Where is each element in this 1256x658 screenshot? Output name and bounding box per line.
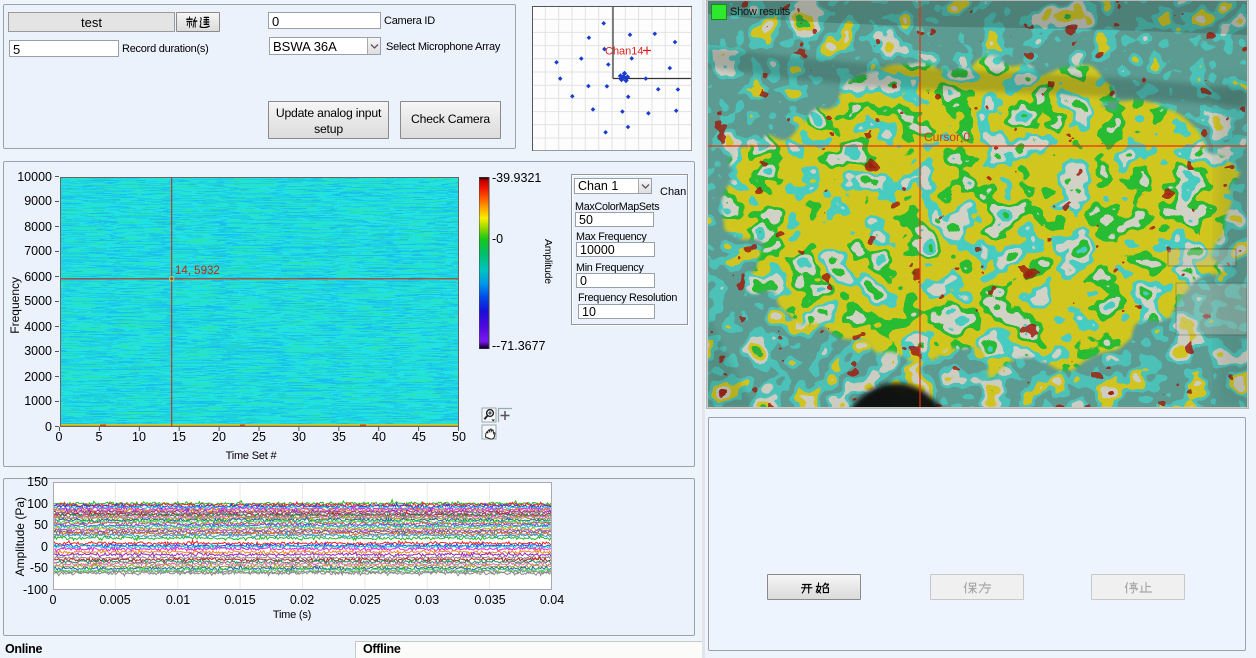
svg-text:Cursor 0: Cursor 0 xyxy=(924,130,970,144)
